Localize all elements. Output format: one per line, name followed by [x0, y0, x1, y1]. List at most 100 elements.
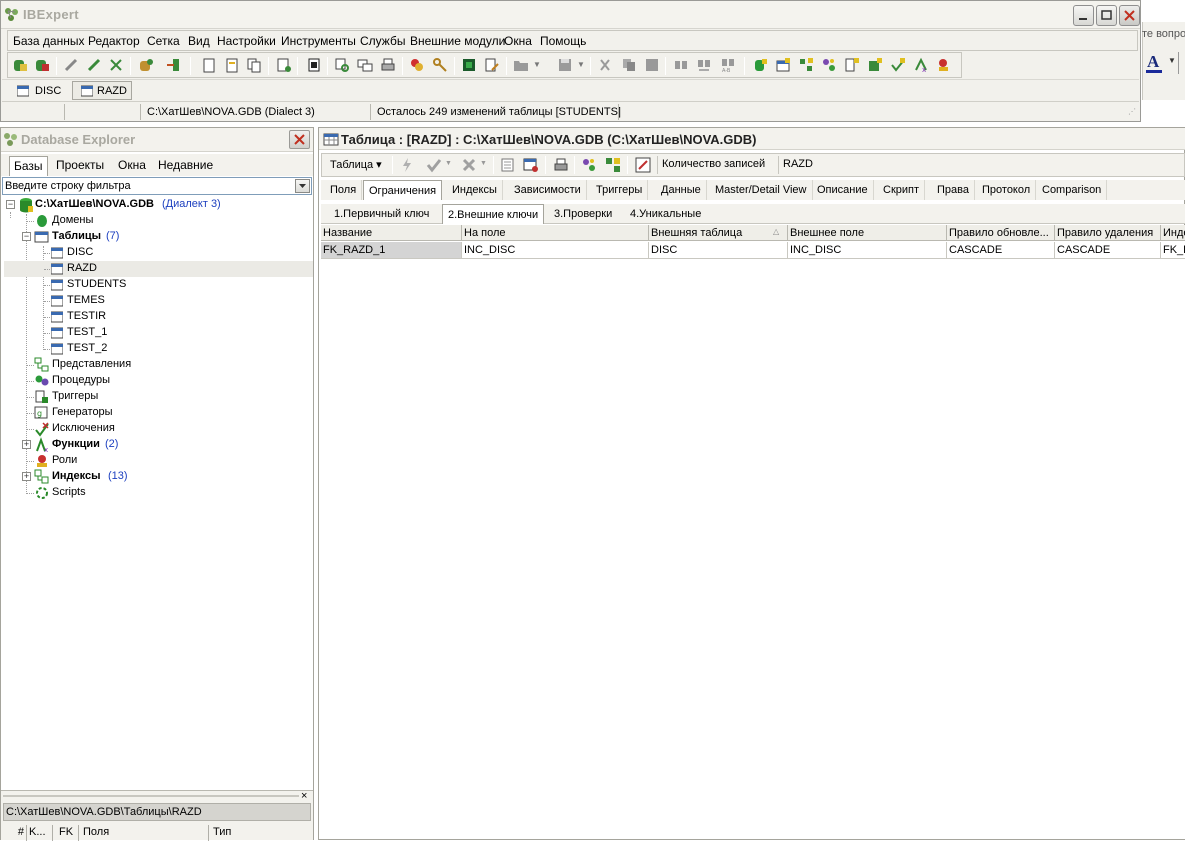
tab-databases[interactable]: Базы: [9, 156, 48, 176]
table-row-cell-update-rule[interactable]: CASCADE: [947, 242, 1055, 259]
tab-script[interactable]: Скрипт: [878, 180, 926, 200]
panel-close-icon[interactable]: ×: [301, 790, 307, 802]
print-icon[interactable]: [380, 57, 396, 73]
folder-dropdown-arrow[interactable]: ▼: [533, 60, 541, 69]
sql-monitor-icon[interactable]: [461, 57, 477, 73]
tree-item-tables[interactable]: − Таблицы (7): [4, 229, 313, 245]
maximize-button[interactable]: [1096, 5, 1117, 26]
tab-dependencies[interactable]: Зависимости: [509, 180, 587, 200]
col-header-foreign-field[interactable]: Внешнее поле: [788, 225, 947, 241]
new-procedure-icon[interactable]: [821, 57, 837, 73]
table-row-cell-foreign-table[interactable]: DISC: [649, 242, 788, 259]
font-color-dropdown-arrow[interactable]: ▼: [1168, 56, 1176, 65]
col-header-on-field[interactable]: На поле: [462, 225, 649, 241]
filter-dropdown-button[interactable]: [295, 179, 310, 193]
tree-table-disc[interactable]: DISC: [4, 245, 313, 261]
new-trigger-icon[interactable]: [844, 57, 860, 73]
new-function-icon[interactable]: x: [913, 57, 929, 74]
collapse-icon[interactable]: −: [6, 200, 15, 209]
tab-description[interactable]: Описание: [812, 180, 874, 200]
table-row-cell-on-field[interactable]: INC_DISC: [462, 242, 649, 259]
col-header-key[interactable]: K...: [27, 825, 53, 841]
font-color-icon[interactable]: A: [1147, 52, 1159, 72]
db-properties-icon[interactable]: [138, 57, 154, 73]
menu-grid[interactable]: Сетка: [147, 34, 180, 48]
menu-view[interactable]: Вид: [188, 34, 210, 48]
rollback-icon[interactable]: [461, 157, 477, 173]
minimize-button[interactable]: [1073, 5, 1094, 26]
tree-item-triggers[interactable]: Триггеры: [4, 389, 313, 405]
replace-icon[interactable]: A-B: [720, 57, 736, 74]
menu-settings[interactable]: Настройки: [217, 34, 276, 48]
tree-table-test-1[interactable]: TEST_1: [4, 325, 313, 341]
menu-database[interactable]: База данных: [13, 34, 84, 48]
compare-icon[interactable]: [357, 57, 373, 73]
table-edit-icon[interactable]: [635, 157, 651, 173]
doc-tab-disc[interactable]: DISC: [8, 81, 66, 100]
col-header-field[interactable]: Поля: [79, 825, 209, 841]
grant-manager-icon[interactable]: [432, 57, 448, 73]
col-header-delete-rule[interactable]: Правило удаления: [1055, 225, 1161, 241]
close-button[interactable]: [1119, 5, 1140, 26]
tree-table-testir[interactable]: TESTIR: [4, 309, 313, 325]
menu-services[interactable]: Службы: [360, 34, 405, 48]
menu-help[interactable]: Помощь: [540, 34, 586, 48]
table-structure-icon[interactable]: [605, 157, 621, 173]
unregister-db-icon[interactable]: [34, 57, 50, 73]
find-icon[interactable]: [673, 57, 689, 73]
tab-constraints[interactable]: Ограничения: [363, 180, 443, 200]
tree-item-domains[interactable]: Домены: [4, 213, 313, 229]
tree-table-razd[interactable]: RAZD: [4, 261, 313, 277]
tab-comparison[interactable]: Comparison: [1037, 180, 1108, 200]
save-dropdown-arrow[interactable]: ▼: [577, 60, 585, 69]
subtab-unique[interactable]: 4.Уникальные: [625, 204, 706, 224]
panel-splitter[interactable]: [3, 795, 299, 797]
subtab-checks[interactable]: 3.Проверки: [549, 204, 617, 224]
menu-windows[interactable]: Окна: [504, 34, 532, 48]
expand-icon[interactable]: +: [22, 440, 31, 449]
connect-icon[interactable]: [63, 57, 79, 73]
rollback-dropdown-arrow[interactable]: ▼: [480, 160, 487, 167]
tab-grants[interactable]: Права: [932, 180, 975, 200]
table-row-cell-delete-rule[interactable]: CASCADE: [1055, 242, 1161, 259]
tab-indexes[interactable]: Индексы: [447, 180, 503, 200]
tree-db-node[interactable]: − C:\ХатШев\NOVA.GDB (Диалект 3): [4, 197, 313, 213]
col-header-fk[interactable]: FK: [53, 825, 79, 841]
table-row-cell-foreign-field[interactable]: INC_DISC: [788, 242, 947, 259]
save-icon[interactable]: [557, 57, 573, 73]
table-properties-icon[interactable]: [500, 157, 516, 173]
tab-data[interactable]: Данные: [656, 180, 707, 200]
tree-table-test-2[interactable]: TEST_2: [4, 341, 313, 357]
col-header-index[interactable]: Индек: [1161, 225, 1185, 241]
search-metadata-icon[interactable]: [334, 57, 350, 73]
size-grip[interactable]: ⋰: [1128, 107, 1136, 116]
table-row-cell-name[interactable]: FK_RAZD_1: [321, 242, 462, 259]
col-header-number[interactable]: #: [3, 825, 27, 841]
collapse-icon[interactable]: −: [22, 232, 31, 241]
subtab-foreign-keys[interactable]: 2.Внешние ключи: [442, 204, 545, 224]
new-db-icon[interactable]: [752, 57, 768, 73]
tree-item-generators[interactable]: g Генераторы: [4, 405, 313, 421]
tab-windows[interactable]: Окна: [118, 158, 146, 172]
doc-tab-razd[interactable]: RAZD: [72, 81, 132, 100]
explorer-close-button[interactable]: [289, 130, 310, 149]
col-header-foreign-table[interactable]: Внешняя таблица: [649, 225, 788, 241]
tree-table-students[interactable]: STUDENTS: [4, 277, 313, 293]
commit-dropdown-arrow[interactable]: ▼: [445, 160, 452, 167]
copy-doc-icon[interactable]: [246, 57, 262, 73]
new-role-icon[interactable]: [936, 57, 952, 73]
print-preview-icon[interactable]: [306, 57, 322, 73]
col-header-name[interactable]: Название: [321, 225, 462, 241]
user-manager-icon[interactable]: [409, 57, 425, 73]
tab-projects[interactable]: Проекты: [56, 158, 104, 172]
col-header-type[interactable]: Тип: [209, 825, 311, 841]
tree-item-views[interactable]: Представления: [4, 357, 313, 373]
table-row-cell-index[interactable]: FK_R: [1161, 242, 1185, 259]
folder-icon[interactable]: [513, 57, 529, 73]
tree-item-indexes[interactable]: + Индексы (13): [4, 469, 313, 485]
tab-recent[interactable]: Недавние: [158, 158, 213, 172]
tab-master-detail[interactable]: Master/Detail View: [710, 180, 813, 200]
register-db-icon[interactable]: [12, 57, 28, 73]
tree-item-functions[interactable]: + x Функции (2): [4, 437, 313, 454]
copy-icon[interactable]: [621, 57, 637, 73]
